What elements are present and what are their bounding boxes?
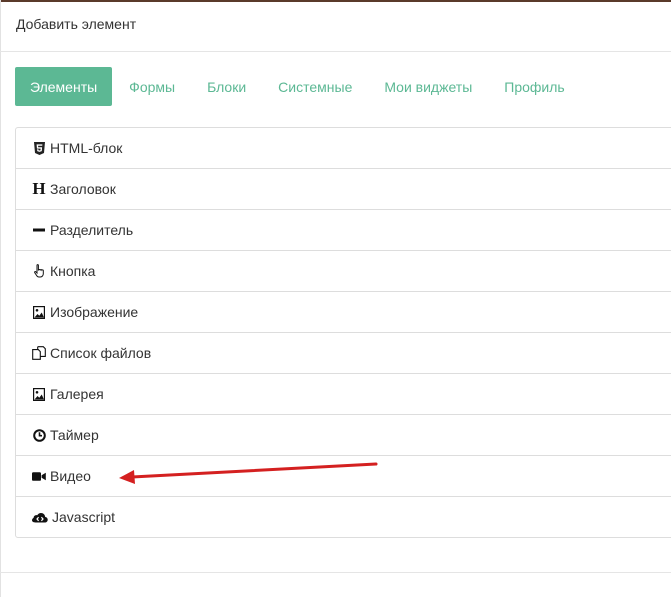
list-item-timer[interactable]: Таймер (16, 415, 671, 456)
files-icon (32, 346, 46, 360)
list-item-label: Галерея (50, 386, 104, 402)
tab-forms[interactable]: Формы (114, 67, 190, 106)
list-item-gallery[interactable]: Галерея (16, 374, 671, 415)
list-item-label: Кнопка (50, 263, 96, 279)
list-item-label: Видео (50, 468, 91, 484)
list-item-video[interactable]: Видео (16, 456, 671, 497)
window-left-border (0, 0, 1, 597)
list-item-file-list[interactable]: Список файлов (16, 333, 671, 374)
dialog-title: Добавить элемент (16, 16, 137, 32)
list-item-image[interactable]: Изображение (16, 292, 671, 333)
element-list: HTML-блок H Заголовок Разделитель Кнопка… (15, 127, 671, 538)
list-item-label: HTML-блок (50, 140, 123, 156)
clock-icon (32, 428, 46, 442)
tab-profile[interactable]: Профиль (489, 67, 579, 106)
list-item-heading[interactable]: H Заголовок (16, 169, 671, 210)
tab-blocks[interactable]: Блоки (192, 67, 261, 106)
list-item-label: Изображение (50, 304, 139, 320)
tab-system[interactable]: Системные (263, 67, 367, 106)
list-item-label: Заголовок (50, 181, 116, 197)
dialog-footer-divider (0, 572, 671, 573)
list-item-label: Javascript (52, 509, 116, 525)
list-item-label: Таймер (50, 427, 99, 443)
list-item-label: Список файлов (50, 345, 152, 361)
dialog-header: Добавить элемент (0, 2, 671, 52)
tab-my-widgets[interactable]: Мои виджеты (369, 67, 487, 106)
html5-icon (32, 141, 46, 155)
list-item-label: Разделитель (50, 222, 134, 238)
list-item-divider[interactable]: Разделитель (16, 210, 671, 251)
image-icon (32, 387, 46, 401)
cloud-code-icon (32, 510, 48, 524)
tab-elements[interactable]: Элементы (15, 67, 113, 106)
image-icon (32, 305, 46, 319)
tab-bar: Элементы Формы Блоки Системные Мои видже… (15, 67, 582, 106)
list-item-html-block[interactable]: HTML-блок (16, 128, 671, 169)
minus-icon (32, 223, 46, 237)
list-item-button[interactable]: Кнопка (16, 251, 671, 292)
heading-icon: H (32, 179, 46, 198)
pointer-hand-icon (32, 264, 46, 278)
video-camera-icon (32, 469, 46, 483)
list-item-javascript[interactable]: Javascript (16, 497, 671, 537)
